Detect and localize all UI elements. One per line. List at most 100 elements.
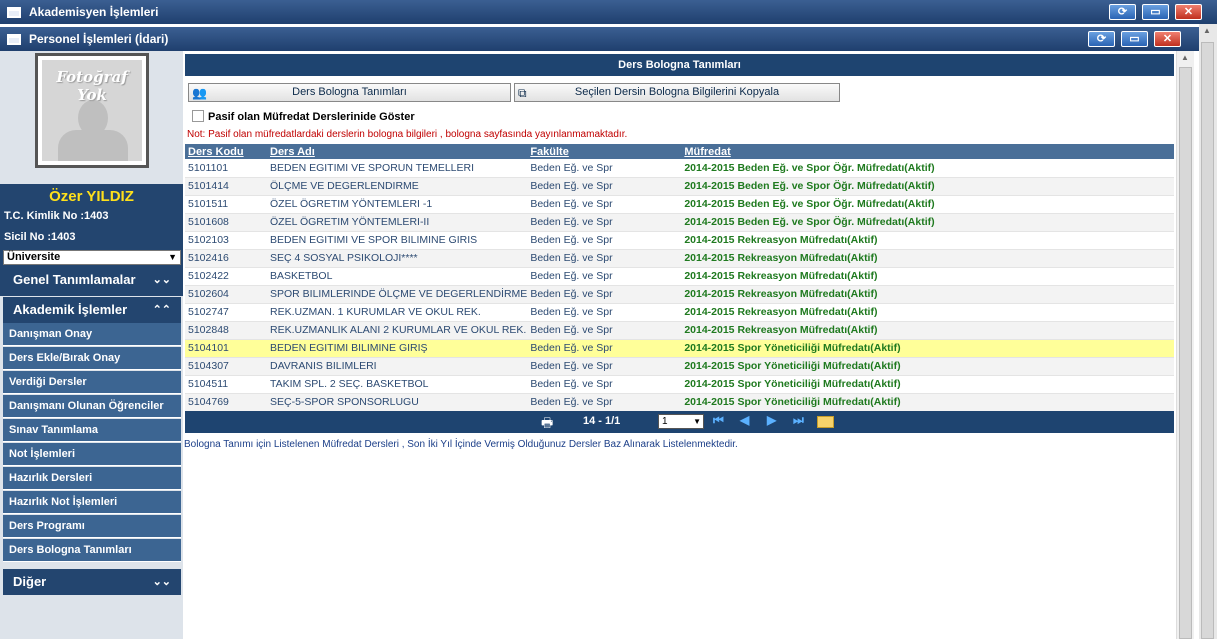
unit-select[interactable]: Üniversite ▼ xyxy=(3,250,181,265)
users-icon: 👥 xyxy=(192,86,207,100)
cell-fakulte: Beden Eğ. ve Spr xyxy=(527,375,682,394)
passive-note: Not: Pasif olan müfredatlardaki dersleri… xyxy=(187,129,628,140)
table-row[interactable]: 5102103 BEDEN EGITIMI VE SPOR BILIMINE GI… xyxy=(185,231,1174,250)
cell-fakulte: Beden Eğ. ve Spr xyxy=(527,231,682,250)
table-row[interactable]: 5102747 REK.UZMAN. 1 KURUMLAR VE OKUL REK… xyxy=(185,303,1174,322)
table-row[interactable]: 5104101 BEDEN EGITIMI BILIMINE GIRIŞ Beden… xyxy=(185,339,1174,358)
photo-text: Fotoğraf Yok xyxy=(56,68,128,104)
table-row[interactable]: 5101101 BEDEN EGITIMI VE SPORUN TEMELLERI… xyxy=(185,159,1174,178)
column-header-ders-kodu[interactable]: Ders Kodu xyxy=(185,144,267,159)
cell-fakulte: Beden Eğ. ve Spr xyxy=(527,285,682,304)
prev-page-icon[interactable]: ◀ xyxy=(740,413,749,427)
cell-mufredat: 2014-2015 Beden Eğ. ve Spor Öğr. Müfreda… xyxy=(681,159,1174,178)
restore-button[interactable]: ▭ xyxy=(1121,31,1148,47)
restore-button[interactable]: ▭ xyxy=(1142,4,1169,20)
window-title: Personel İşlemleri (İdari) xyxy=(29,32,169,46)
scroll-up-icon[interactable]: ▲ xyxy=(1181,53,1189,62)
column-header-mufredat[interactable]: Müfredat xyxy=(681,144,1174,159)
menu-item-ders-bologna-tanimlari[interactable]: Ders Bologna Tanımları xyxy=(3,539,181,562)
sicil-number: Sicil No :1403 xyxy=(4,231,76,243)
table-row[interactable]: 5101511 ÖZEL ÖGRETIM YÖNTEMLERI -1 Beden E… xyxy=(185,195,1174,214)
cell-fakulte: Beden Eğ. ve Spr xyxy=(527,339,682,358)
window-scrollbar[interactable]: ▲ xyxy=(1199,24,1217,639)
cell-mufredat: 2014-2015 Rekreasyon Müfredatı(Aktif) xyxy=(681,249,1174,268)
pager-info: 14 - 1/1 xyxy=(583,415,621,427)
cell-ders-kodu: 5104769 xyxy=(185,393,267,412)
close-button[interactable]: ✕ xyxy=(1154,31,1181,47)
window-controls: ⟳ ▭ ✕ xyxy=(1088,31,1181,47)
cell-ders-adi: REK.UZMANLIK ALANI 2 KURUMLAR VE OKUL RE… xyxy=(267,321,528,340)
cell-fakulte: Beden Eğ. ve Spr xyxy=(527,267,682,286)
column-header-fakulte[interactable]: Fakülte xyxy=(527,144,682,159)
table-row[interactable]: 5104511 TAKIM SPL. 2 SEÇ. BASKETBOL Beden … xyxy=(185,375,1174,394)
menu-item-danisman-onay[interactable]: Danışman Onay xyxy=(3,323,181,346)
double-chevron-down-icon: ⌄⌄ xyxy=(152,576,171,588)
content-scrollbar[interactable]: ▲ xyxy=(1176,51,1194,639)
menu-item-hazirlik-not-islemleri[interactable]: Hazırlık Not İşlemleri xyxy=(3,491,181,514)
window-icon xyxy=(7,6,21,18)
section-akademik-islemler[interactable]: Akademik İşlemler ⌃⌃ xyxy=(3,297,181,323)
next-page-icon[interactable]: ▶ xyxy=(767,413,776,427)
cell-ders-adi: TAKIM SPL. 2 SEÇ. BASKETBOL xyxy=(267,375,528,394)
table-row[interactable]: 5102422 BASKETBOL Beden Eğ. ve Spr 2014-201… xyxy=(185,267,1174,286)
ders-bologna-tanimlari-button[interactable]: 👥 Ders Bologna Tanımları xyxy=(188,83,511,102)
scroll-up-icon[interactable]: ▲ xyxy=(1203,26,1211,35)
cell-ders-kodu: 5102103 xyxy=(185,231,267,250)
cell-ders-kodu: 5101414 xyxy=(185,177,267,196)
menu-item-not-islemleri[interactable]: Not İşlemleri xyxy=(3,443,181,466)
table-row[interactable]: 5104769 SEÇ-5-SPOR SPONSORLUGU Beden Eğ. v… xyxy=(185,393,1174,412)
cell-mufredat: 2014-2015 Beden Eğ. ve Spor Öğr. Müfreda… xyxy=(681,213,1174,232)
scroll-thumb[interactable] xyxy=(1179,67,1192,639)
cell-ders-kodu: 5102604 xyxy=(185,285,267,304)
print-icon[interactable]: 🖶 xyxy=(541,414,553,436)
window-icon xyxy=(7,33,21,45)
tc-number: T.C. Kimlik No :1403 xyxy=(4,210,109,222)
cell-ders-kodu: 5102416 xyxy=(185,249,267,268)
first-page-icon[interactable]: ⏮ xyxy=(713,413,724,428)
show-passive-checkbox[interactable] xyxy=(192,110,204,122)
menu-item-verdigi-dersler[interactable]: Verdiği Dersler xyxy=(3,371,181,394)
refresh-button[interactable]: ⟳ xyxy=(1088,31,1115,47)
menu-item-ders-programi[interactable]: Ders Programı xyxy=(3,515,181,538)
section-genel-tanimlamalar[interactable]: Genel Tanımlamalar ⌄⌄ xyxy=(3,267,181,293)
cell-mufredat: 2014-2015 Beden Eğ. ve Spor Öğr. Müfreda… xyxy=(681,177,1174,196)
panel-title: Ders Bologna Tanımları xyxy=(185,54,1174,76)
cell-ders-adi: ÖLÇME VE DEGERLENDIRME xyxy=(267,177,528,196)
refresh-button[interactable]: ⟳ xyxy=(1109,4,1136,20)
menu-item-hazirlik-dersleri[interactable]: Hazırlık Dersleri xyxy=(3,467,181,490)
cell-ders-adi: SPOR BILIMLERINDE ÖLÇME VE DEGERLENDİRME xyxy=(267,285,528,304)
page-select[interactable]: 1 ▼ xyxy=(658,414,704,429)
double-chevron-up-icon: ⌃⌃ xyxy=(152,304,171,316)
close-button[interactable]: ✕ xyxy=(1175,4,1202,20)
main-content: Ders Bologna Tanımları 👥 Ders Bologna Ta… xyxy=(184,51,1176,639)
menu-item-ders-ekle-birak-onay[interactable]: Ders Ekle/Bırak Onay xyxy=(3,347,181,370)
table-row[interactable]: 5102848 REK.UZMANLIK ALANI 2 KURUMLAR VE … xyxy=(185,321,1174,340)
avatar-body-shape xyxy=(58,130,128,161)
menu-item-sinav-tanimlama[interactable]: Sınav Tanımlama xyxy=(3,419,181,442)
cell-ders-kodu: 5102422 xyxy=(185,267,267,286)
table-row[interactable]: 5102604 SPOR BILIMLERINDE ÖLÇME VE DEGERL… xyxy=(185,285,1174,304)
table-row[interactable]: 5101608 ÖZEL ÖGRETIM YÖNTEMLERI-II Beden E… xyxy=(185,213,1174,232)
table-row[interactable]: 5102416 SEÇ 4 SOSYAL PSIKOLOJI**** Beden E… xyxy=(185,249,1174,268)
cell-fakulte: Beden Eğ. ve Spr xyxy=(527,177,682,196)
copy-bologna-button[interactable]: ⧉ Seçilen Dersin Bologna Bilgilerini Kop… xyxy=(514,83,840,102)
table-row[interactable]: 5104307 DAVRANIS BILIMLERI Beden Eğ. ve Sp… xyxy=(185,357,1174,376)
table-body: 5101101 BEDEN EGITIMI VE SPORUN TEMELLERI… xyxy=(185,159,1174,412)
cell-mufredat: 2014-2015 Spor Yöneticiliği Müfredatı(Ak… xyxy=(681,357,1174,376)
cell-mufredat: 2014-2015 Spor Yöneticiliği Müfredatı(Ak… xyxy=(681,393,1174,412)
last-page-icon[interactable]: ⏭ xyxy=(793,413,804,428)
listing-footnote: Bologna Tanımı için Listelenen Müfredat … xyxy=(184,439,738,450)
cell-ders-adi: BEDEN EGITIMI VE SPORUN TEMELLERI xyxy=(267,159,528,178)
column-header-ders-adi[interactable]: Ders Adı xyxy=(267,144,528,159)
cell-ders-adi: REK.UZMAN. 1 KURUMLAR VE OKUL REK. xyxy=(267,303,528,322)
cell-ders-adi: BEDEN EGITIMI BILIMINE GIRIŞ xyxy=(267,339,528,358)
menu-item-danismani-olunan-ogrenciler[interactable]: Danışmanı Olunan Öğrenciler xyxy=(3,395,181,418)
section-diger[interactable]: Diğer ⌄⌄ xyxy=(3,569,181,595)
page-select-value: 1 xyxy=(662,416,668,427)
scroll-thumb[interactable] xyxy=(1201,42,1214,639)
cell-mufredat: 2014-2015 Rekreasyon Müfredatı(Aktif) xyxy=(681,321,1174,340)
mail-icon[interactable] xyxy=(817,416,834,428)
window-title: Akademisyen İşlemleri xyxy=(29,5,159,19)
table-header-row: Ders Kodu Ders Adı Fakülte Müfredat xyxy=(185,144,1174,159)
table-row[interactable]: 5101414 ÖLÇME VE DEGERLENDIRME Beden Eğ. v… xyxy=(185,177,1174,196)
